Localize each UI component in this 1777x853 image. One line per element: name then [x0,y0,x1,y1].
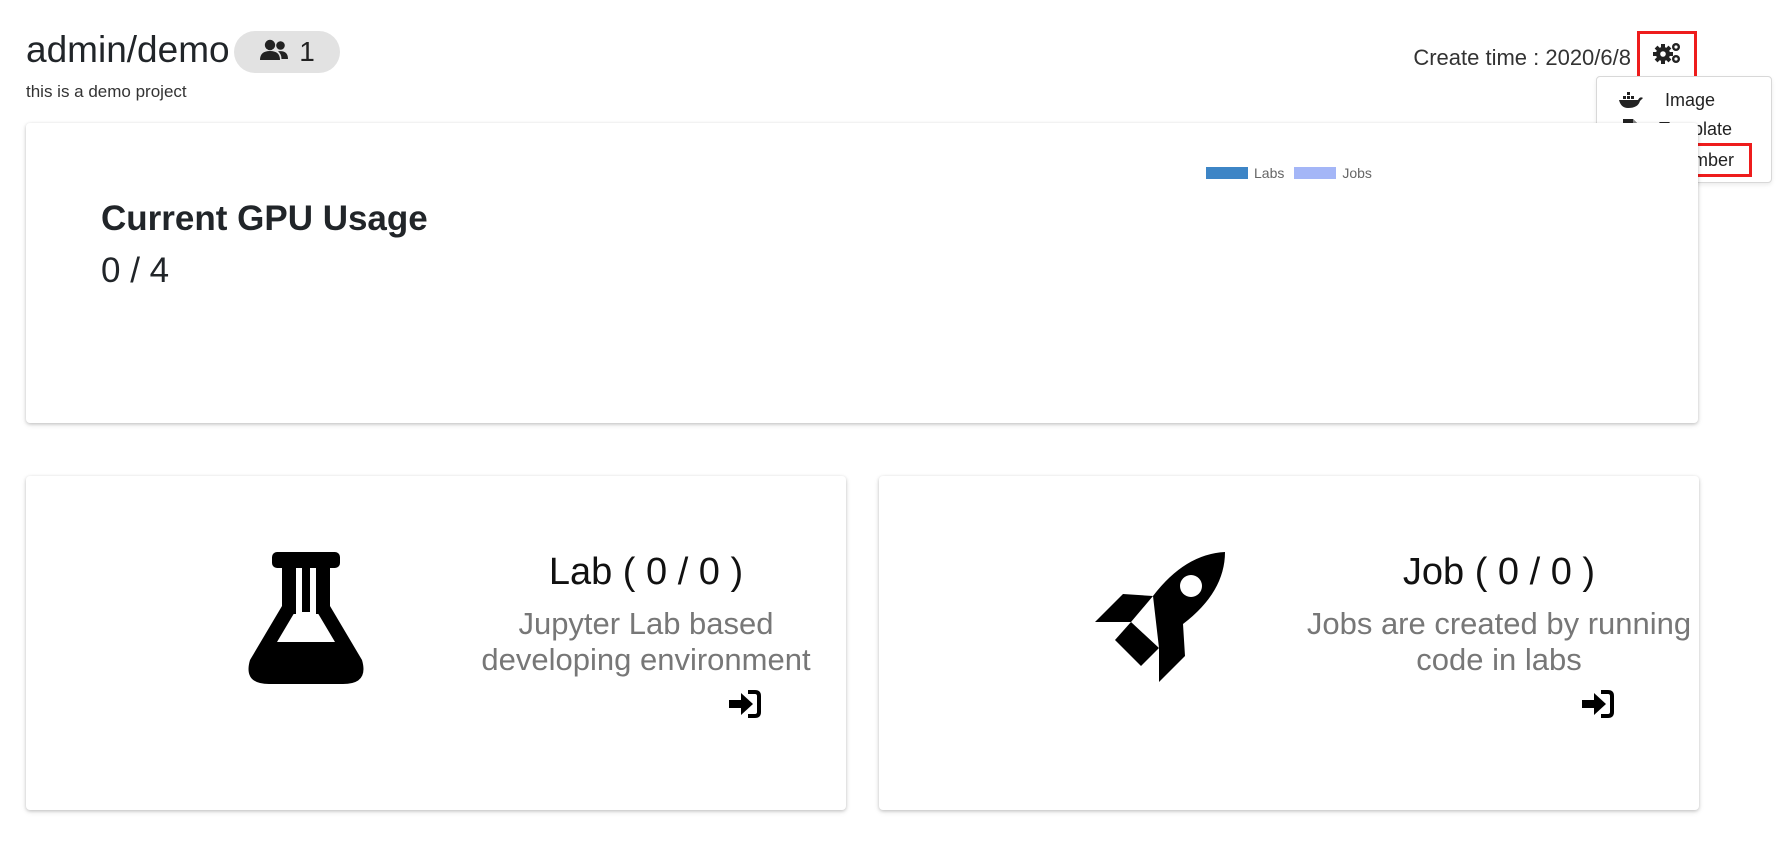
enter-job-icon[interactable] [1580,690,1614,723]
page: admin/demo 1 this is a demo project Crea… [0,0,1777,853]
job-description: Jobs are created by running code in labs [1306,606,1692,677]
gpu-usage-value: 0 / 4 [101,251,170,290]
job-title: Job ( 0 / 0 ) [1402,551,1596,593]
docker-icon [1611,91,1651,109]
legend-swatch-jobs [1294,167,1337,179]
legend-label-labs: Labs [1254,165,1285,181]
lab-description: Jupyter Lab based developing environment [481,606,811,677]
legend-label-jobs: Jobs [1342,165,1372,181]
legend-item-labs[interactable]: Labs [1206,165,1284,181]
gpu-usage-card: Current GPU Usage 0 / 4 Labs Jobs [26,123,1698,423]
menu-item-label: Image [1665,89,1716,110]
project-description: this is a demo project [26,82,187,101]
member-count-badge[interactable]: 1 [234,31,340,73]
lab-title: Lab ( 0 / 0 ) [548,551,744,593]
legend-swatch-labs [1206,167,1248,179]
job-card: Job ( 0 / 0 ) Jobs are created by runnin… [879,476,1699,810]
legend-item-jobs[interactable]: Jobs [1294,165,1372,181]
project-title: admin/demo [26,29,230,70]
create-time: Create time : 2020/6/8 [1413,45,1631,70]
chart-legend: Labs Jobs [1206,165,1372,181]
member-count: 1 [299,36,315,67]
users-icon [259,39,289,66]
enter-lab-icon[interactable] [727,690,761,723]
lab-card: Lab ( 0 / 0 ) Jupyter Lab based developi… [26,476,846,810]
gpu-usage-title: Current GPU Usage [101,199,428,238]
gears-icon [1652,41,1682,70]
settings-button[interactable] [1637,31,1697,79]
menu-item-image[interactable]: Image [1611,86,1761,114]
rocket-icon [1093,552,1227,691]
flask-icon [247,552,365,689]
